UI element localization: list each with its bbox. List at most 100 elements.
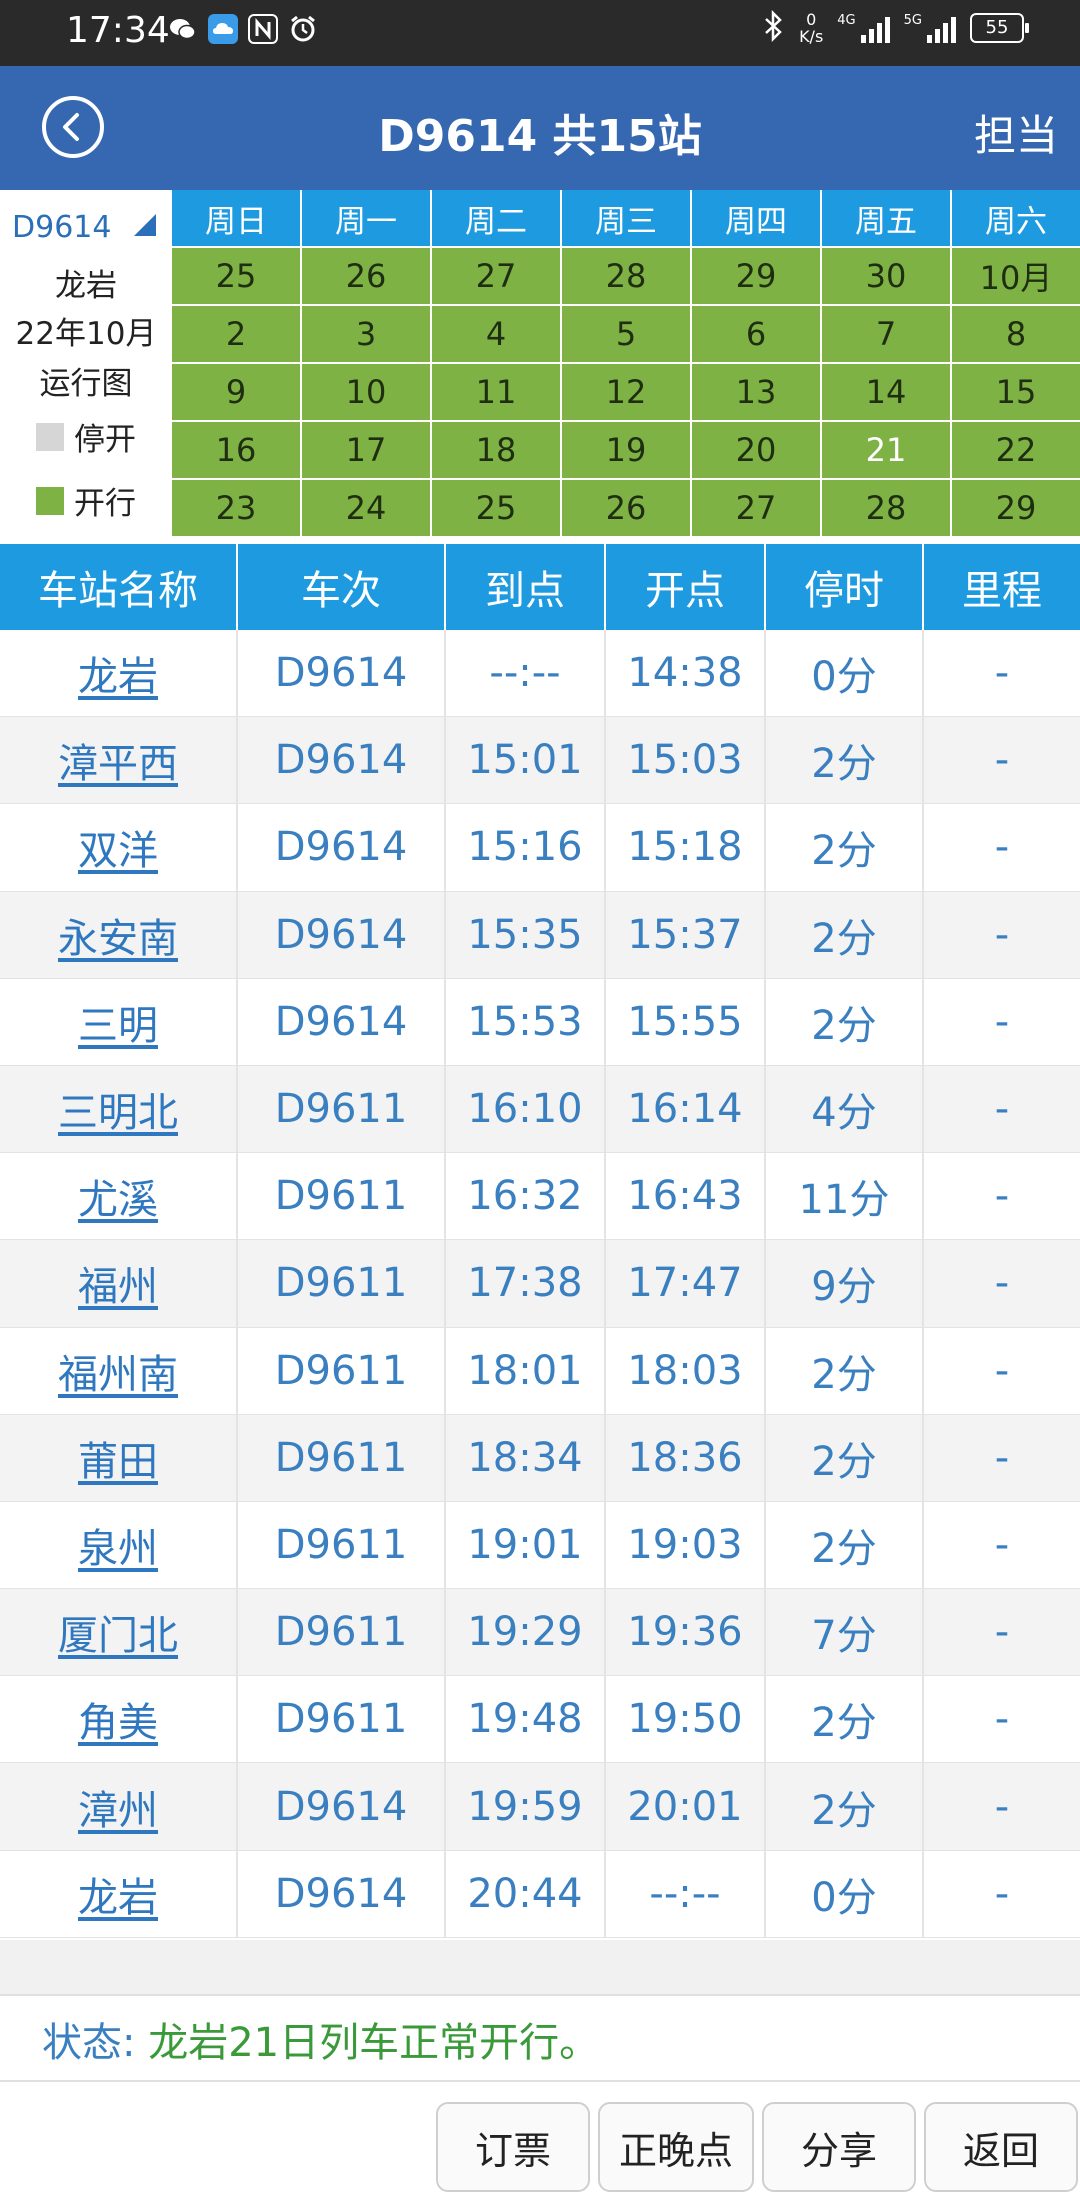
station-link[interactable]: 福州南 — [0, 1327, 238, 1414]
station-link[interactable]: 龙岩 — [0, 630, 238, 717]
calendar-day[interactable]: 26 — [562, 480, 690, 536]
calendar-day[interactable]: 3 — [302, 306, 430, 362]
column-header: 开点 — [606, 544, 766, 630]
calendar-day[interactable]: 24 — [302, 480, 430, 536]
legend-stop-swatch — [36, 422, 64, 451]
station-link[interactable]: 漳州 — [0, 1763, 238, 1850]
calendar-day[interactable]: 28 — [822, 480, 950, 536]
calendar-day[interactable]: 28 — [562, 248, 690, 304]
table-row: 厦门北 D9611 19:29 19:36 7分 - — [0, 1589, 1080, 1677]
station-link[interactable]: 三明北 — [0, 1065, 238, 1153]
stop-duration: 0分 — [766, 630, 924, 717]
net-speed-value: 0 — [806, 10, 817, 29]
calendar-day[interactable]: 30 — [822, 248, 950, 304]
calendar-day[interactable]: 2 — [172, 306, 300, 362]
calendar-day[interactable]: 23 — [172, 480, 300, 536]
departure-time: 14:38 — [606, 630, 766, 717]
table-row: 莆田 D9611 18:34 18:36 2分 - — [0, 1414, 1080, 1502]
calendar-grid: 周日 周一 周二 周三 周四 周五 周六 25 26 27 28 29 30 10月 2 3 4 5 6 7 8 9 10 1… — [172, 190, 1080, 536]
dropdown-triangle-icon[interactable] — [134, 214, 156, 236]
share-button[interactable]: 分享 — [762, 2102, 916, 2192]
column-header: 到点 — [446, 544, 606, 630]
legend-run: 开行 — [36, 478, 136, 523]
calendar-day[interactable]: 9 — [172, 364, 300, 420]
calendar-day[interactable]: 17 — [302, 422, 430, 478]
station-link[interactable]: 角美 — [0, 1676, 238, 1763]
calendar-day[interactable]: 10 — [302, 364, 430, 420]
stop-duration: 4分 — [766, 1065, 924, 1153]
calendar-day[interactable]: 8 — [952, 306, 1080, 362]
app-header: D9614 共15站 担当 — [0, 66, 1080, 190]
status-text: 龙岩21日列车正常开行。 — [148, 2020, 600, 2066]
train-number: D9611 — [238, 1501, 446, 1589]
calendar-day[interactable]: 14 — [822, 364, 950, 420]
departure-time: 17:47 — [606, 1240, 766, 1327]
return-button[interactable]: 返回 — [924, 2102, 1078, 2192]
station-link[interactable]: 三明 — [0, 978, 238, 1065]
calendar-day[interactable]: 29 — [692, 248, 820, 304]
calendar-day[interactable]: 4 — [432, 306, 560, 362]
station-link[interactable]: 莆田 — [0, 1414, 238, 1501]
calendar-day[interactable]: 19 — [562, 422, 690, 478]
legend-stop: 停开 — [36, 414, 136, 459]
train-number: D9614 — [238, 1850, 446, 1937]
mileage: - — [994, 911, 1010, 958]
station-link[interactable]: 福州 — [0, 1240, 238, 1327]
legend-run-label: 开行 — [74, 486, 136, 522]
mileage: - — [994, 998, 1010, 1045]
book-ticket-button[interactable]: 订票 — [436, 2102, 590, 2192]
stop-duration: 11分 — [766, 1153, 924, 1240]
departure-time: 19:36 — [606, 1589, 766, 1676]
station-link[interactable]: 尤溪 — [0, 1153, 238, 1240]
calendar-day[interactable]: 6 — [692, 306, 820, 362]
calendar-day[interactable]: 20 — [692, 422, 820, 478]
net-speed: 0 K/s — [799, 11, 823, 45]
calendar-day[interactable]: 29 — [952, 480, 1080, 536]
station-link[interactable]: 永安南 — [0, 891, 238, 978]
mileage: - — [994, 1434, 1010, 1481]
calendar-day[interactable]: 12 — [562, 364, 690, 420]
run-calendar: D9614 龙岩 22年10月 运行图 停开 开行 周日 周一 周二 周三 周四 周五 周六… — [0, 190, 1080, 536]
calendar-day[interactable]: 5 — [562, 306, 690, 362]
table-body: 龙岩 D9614 --:-- 14:38 0分 - 漳平西 D9614 15:01 15:03 2分… — [0, 630, 1080, 1938]
calendar-weekday: 周四 — [692, 190, 820, 246]
table-row: 尤溪 D9611 16:32 16:43 11分 - — [0, 1153, 1080, 1241]
column-header: 车站名称 — [0, 544, 238, 630]
calendar-day[interactable]: 26 — [302, 248, 430, 304]
calendar-day[interactable]: 27 — [432, 248, 560, 304]
arrival-time: 19:48 — [446, 1676, 606, 1763]
arrival-time: 19:29 — [446, 1589, 606, 1676]
train-selector[interactable]: D9614 — [12, 210, 111, 245]
stop-duration: 2分 — [766, 978, 924, 1065]
calendar-day[interactable]: 7 — [822, 306, 950, 362]
calendar-weekday: 周五 — [822, 190, 950, 246]
calendar-day[interactable]: 11 — [432, 364, 560, 420]
calendar-day[interactable]: 21 — [822, 422, 950, 478]
departure-time: --:-- — [606, 1850, 766, 1937]
calendar-day[interactable]: 25 — [172, 248, 300, 304]
signal-4g-label: 4G — [837, 13, 856, 28]
calendar-day[interactable]: 13 — [692, 364, 820, 420]
station-link[interactable]: 厦门北 — [0, 1589, 238, 1676]
calendar-day[interactable]: 25 — [432, 480, 560, 536]
table-row: 三明 D9614 15:53 15:55 2分 - — [0, 978, 1080, 1066]
status-line: 状态: 龙岩21日列车正常开行。 — [42, 2010, 599, 2068]
assign-button[interactable]: 担当 — [974, 102, 1058, 163]
station-link[interactable]: 龙岩 — [0, 1850, 238, 1937]
arrival-time: 16:10 — [446, 1065, 606, 1153]
calendar-day[interactable]: 15 — [952, 364, 1080, 420]
mileage: - — [994, 1086, 1010, 1133]
calendar-day[interactable]: 22 — [952, 422, 1080, 478]
calendar-day[interactable]: 16 — [172, 422, 300, 478]
table-row: 双洋 D9614 15:16 15:18 2分 - — [0, 804, 1080, 892]
station-link[interactable]: 漳平西 — [0, 717, 238, 804]
calendar-day[interactable]: 10月 — [952, 248, 1080, 304]
train-number: D9611 — [238, 1414, 446, 1501]
ontime-button[interactable]: 正晚点 — [598, 2102, 754, 2192]
calendar-day[interactable]: 18 — [432, 422, 560, 478]
mileage: - — [994, 1521, 1010, 1568]
table-row: 龙岩 D9614 20:44 --:-- 0分 - — [0, 1850, 1080, 1938]
station-link[interactable]: 泉州 — [0, 1501, 238, 1589]
calendar-day[interactable]: 27 — [692, 480, 820, 536]
station-link[interactable]: 双洋 — [0, 804, 238, 891]
